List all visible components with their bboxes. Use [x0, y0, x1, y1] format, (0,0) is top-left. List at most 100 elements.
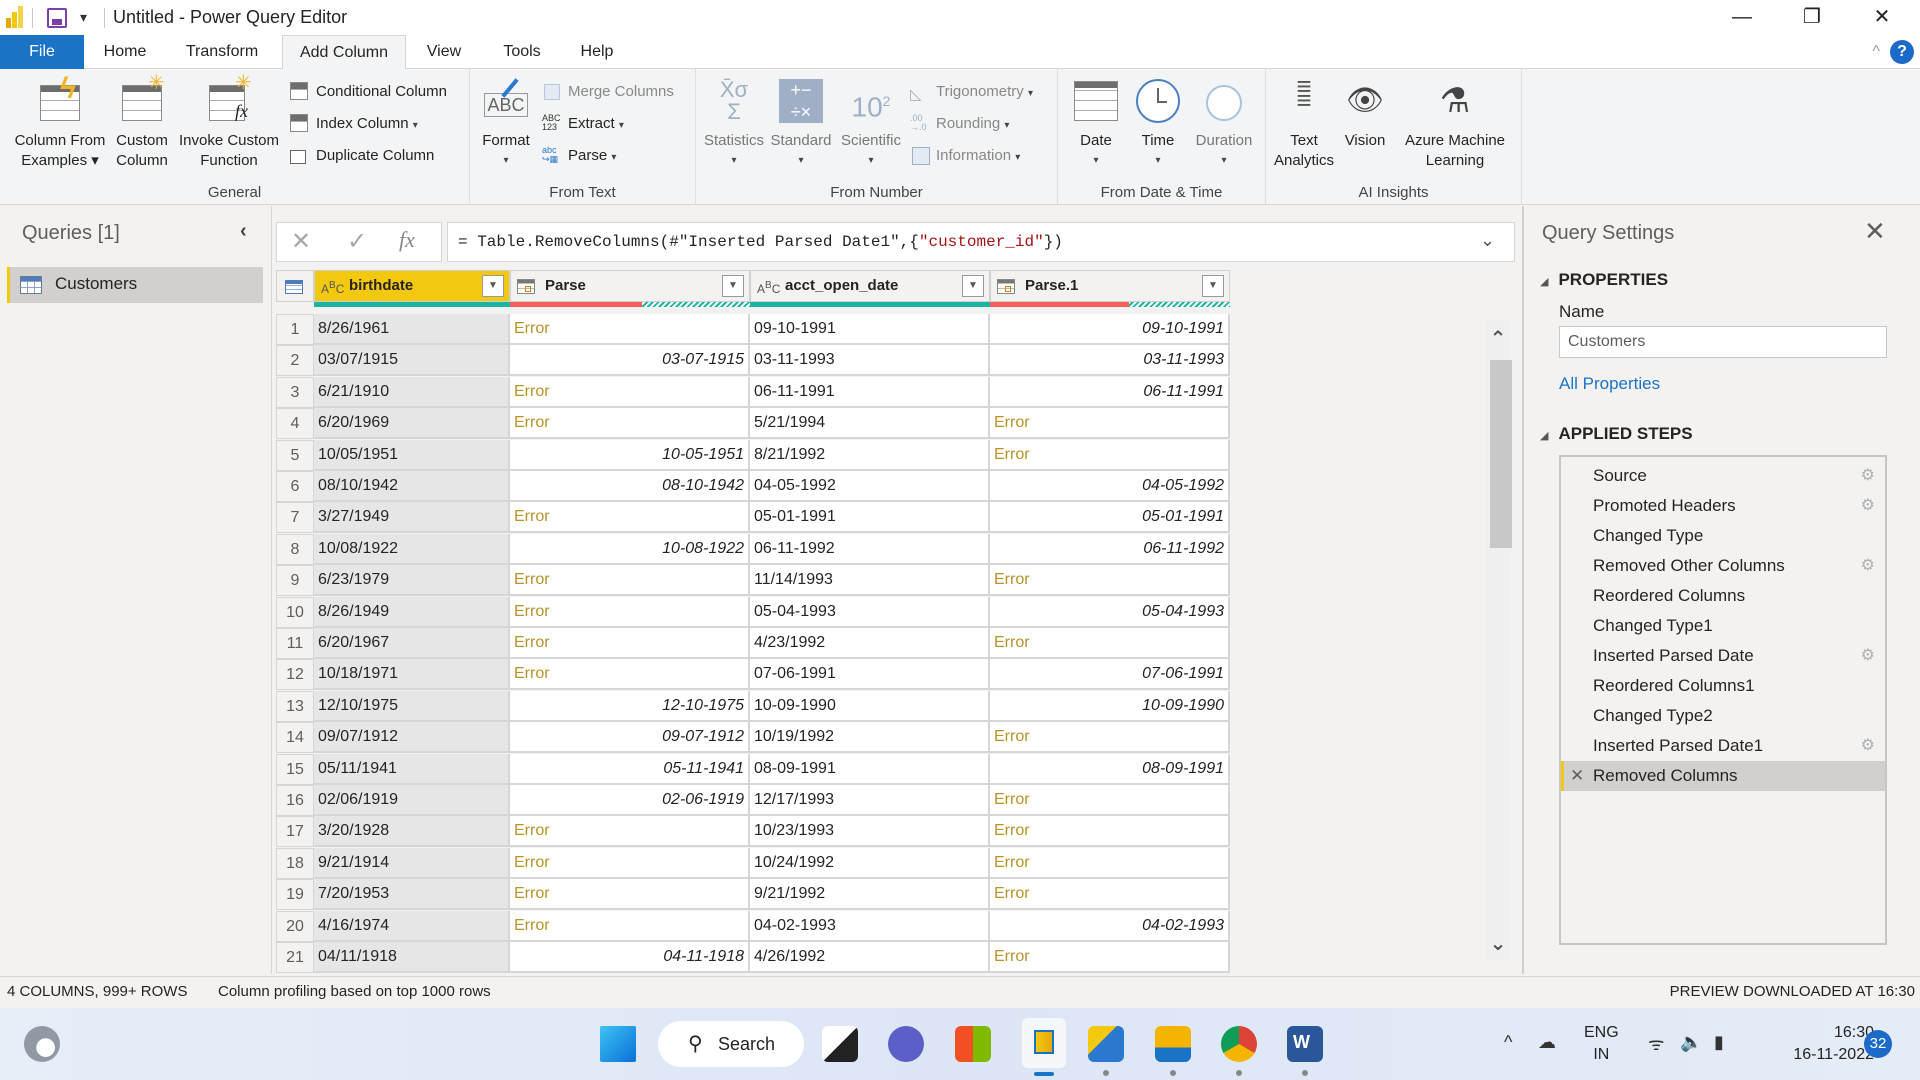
table-cell[interactable]: 04-02-1993	[750, 910, 990, 942]
row-number[interactable]: 10	[276, 596, 314, 628]
row-number[interactable]: 4	[276, 408, 314, 440]
table-cell[interactable]: 10/19/1992	[750, 722, 990, 754]
applied-step[interactable]: Reordered Columns1	[1561, 671, 1885, 701]
all-properties-link[interactable]: All Properties	[1559, 374, 1660, 394]
standard-button[interactable]: +− ÷× Standard ▾	[768, 75, 834, 171]
error-cell[interactable]: Error	[990, 408, 1230, 440]
table-cell[interactable]: 09-07-1912	[510, 722, 750, 754]
weather-icon[interactable]	[24, 1026, 60, 1062]
error-cell[interactable]: Error	[510, 847, 750, 879]
windows-start-icon[interactable]	[600, 1026, 636, 1062]
row-number[interactable]: 20	[276, 910, 314, 942]
row-number[interactable]: 6	[276, 471, 314, 502]
statistics-button[interactable]: X̄σ Σ Statistics ▾	[700, 75, 768, 171]
collapse-queries-button[interactable]: ‹	[240, 220, 247, 243]
table-cell[interactable]: 02-06-1919	[510, 785, 750, 816]
table-cell[interactable]: 6/20/1969	[314, 408, 510, 440]
table-cell[interactable]: 10/18/1971	[314, 659, 510, 691]
tab-file[interactable]: File	[0, 35, 84, 69]
column-quality-bar[interactable]	[990, 302, 1230, 307]
table-cell[interactable]: 4/16/1974	[314, 910, 510, 942]
row-number[interactable]: 17	[276, 816, 314, 848]
tab-help[interactable]: Help	[568, 35, 626, 69]
table-cell[interactable]: 8/21/1992	[750, 439, 990, 471]
column-quality-bar[interactable]	[510, 302, 750, 307]
quick-access-dropdown[interactable]: ▾	[80, 9, 87, 26]
table-cell[interactable]: 03-11-1993	[990, 345, 1230, 377]
text-analytics-button[interactable]: ≡ ≡ Text Analytics	[1272, 73, 1336, 171]
show-hidden-icons-button[interactable]: ^	[1504, 1032, 1512, 1053]
table-cell[interactable]: 06-11-1992	[750, 533, 990, 565]
row-number[interactable]: 21	[276, 942, 314, 973]
scrollbar-thumb[interactable]	[1490, 360, 1512, 548]
applied-step[interactable]: Changed Type	[1561, 521, 1885, 551]
scroll-down-button[interactable]: ⌄	[1486, 931, 1510, 956]
table-cell[interactable]: 04/11/1918	[314, 942, 510, 973]
information-button[interactable]: Information ▾	[910, 143, 1020, 169]
column-filter-dropdown-icon[interactable]: ▼	[1202, 275, 1224, 297]
table-cell[interactable]: 10-05-1951	[510, 439, 750, 471]
applied-step[interactable]: Removed Other Columns ⚙	[1561, 551, 1885, 581]
close-window-button[interactable]: ✕	[1852, 2, 1912, 32]
table-cell[interactable]: 10/23/1993	[750, 816, 990, 848]
save-icon[interactable]	[47, 8, 67, 28]
language-indicator[interactable]: ENG IN	[1584, 1022, 1619, 1066]
vertical-scrollbar[interactable]: ⌃ ⌄	[1486, 320, 1512, 960]
teams-chat-icon[interactable]	[888, 1026, 924, 1062]
table-cell[interactable]: 03-11-1993	[750, 345, 990, 377]
battery-icon[interactable]: ▮	[1714, 1032, 1724, 1053]
error-cell[interactable]: Error	[510, 628, 750, 659]
tab-view[interactable]: View	[414, 35, 474, 69]
error-cell[interactable]: Error	[990, 565, 1230, 597]
parse-button[interactable]: abc ↪▦ Parse ▾	[542, 143, 616, 169]
power-bi-taskbar-icon[interactable]	[1022, 1018, 1066, 1068]
file-explorer-icon[interactable]	[1155, 1026, 1191, 1062]
table-cell[interactable]: 7/20/1953	[314, 879, 510, 911]
cancel-formula-button[interactable]: ✕	[291, 227, 311, 256]
formula-input[interactable]: = Table.RemoveColumns(#"Inserted Parsed …	[447, 222, 1515, 262]
scientific-button[interactable]: 102 Scientific ▾	[836, 75, 906, 171]
fx-icon[interactable]: fx	[399, 227, 415, 253]
row-number[interactable]: 2	[276, 345, 314, 377]
properties-header[interactable]: ◢ PROPERTIES	[1540, 270, 1668, 290]
error-cell[interactable]: Error	[510, 376, 750, 408]
row-number[interactable]: 7	[276, 502, 314, 534]
scroll-up-button[interactable]: ⌃	[1486, 326, 1510, 351]
notification-badge[interactable]: 32	[1864, 1030, 1892, 1058]
table-cell[interactable]: 04-05-1992	[750, 471, 990, 502]
table-cell[interactable]: 08-09-1991	[750, 753, 990, 785]
applied-step[interactable]: Inserted Parsed Date1 ⚙	[1561, 731, 1885, 761]
error-cell[interactable]: Error	[510, 502, 750, 534]
table-cell[interactable]: 07-06-1991	[990, 659, 1230, 691]
duration-button[interactable]: Duration ▾	[1188, 75, 1260, 171]
format-button[interactable]: ABC Format ▾	[478, 75, 534, 171]
date-type-icon[interactable]	[997, 279, 1015, 294]
column-filter-dropdown-icon[interactable]: ▼	[482, 275, 504, 297]
table-cell[interactable]: 08/10/1942	[314, 471, 510, 502]
delete-step-icon[interactable]: ✕	[1570, 761, 1584, 791]
row-number[interactable]: 14	[276, 722, 314, 754]
table-cell[interactable]: 4/26/1992	[750, 942, 990, 973]
tab-add-column[interactable]: Add Column	[282, 35, 406, 70]
table-cell[interactable]: 04-02-1993	[990, 910, 1230, 942]
column-header-acct-open-date[interactable]: ABC acct_open_date ▼	[750, 270, 990, 302]
table-cell[interactable]: 9/21/1914	[314, 847, 510, 879]
row-number[interactable]: 19	[276, 879, 314, 911]
row-number[interactable]: 15	[276, 753, 314, 785]
table-cell[interactable]: 03-07-1915	[510, 345, 750, 377]
step-settings-gear-icon[interactable]: ⚙	[1861, 641, 1875, 671]
row-number[interactable]: 16	[276, 785, 314, 816]
error-cell[interactable]: Error	[510, 565, 750, 597]
column-header-parse-1[interactable]: Parse.1 ▼	[990, 270, 1230, 302]
row-number[interactable]: 11	[276, 628, 314, 659]
restore-button[interactable]: ❐	[1782, 2, 1842, 32]
onedrive-cloud-icon[interactable]: ☁	[1538, 1032, 1556, 1053]
text-type-icon[interactable]: ABC	[321, 271, 344, 304]
text-type-icon[interactable]: ABC	[757, 271, 780, 304]
applied-step[interactable]: Promoted Headers ⚙	[1561, 491, 1885, 521]
column-quality-bar[interactable]	[314, 302, 510, 307]
table-cell[interactable]: 02/06/1919	[314, 785, 510, 816]
table-cell[interactable]: 3/20/1928	[314, 816, 510, 848]
table-cell[interactable]: 4/23/1992	[750, 628, 990, 659]
applied-step[interactable]: Reordered Columns	[1561, 581, 1885, 611]
